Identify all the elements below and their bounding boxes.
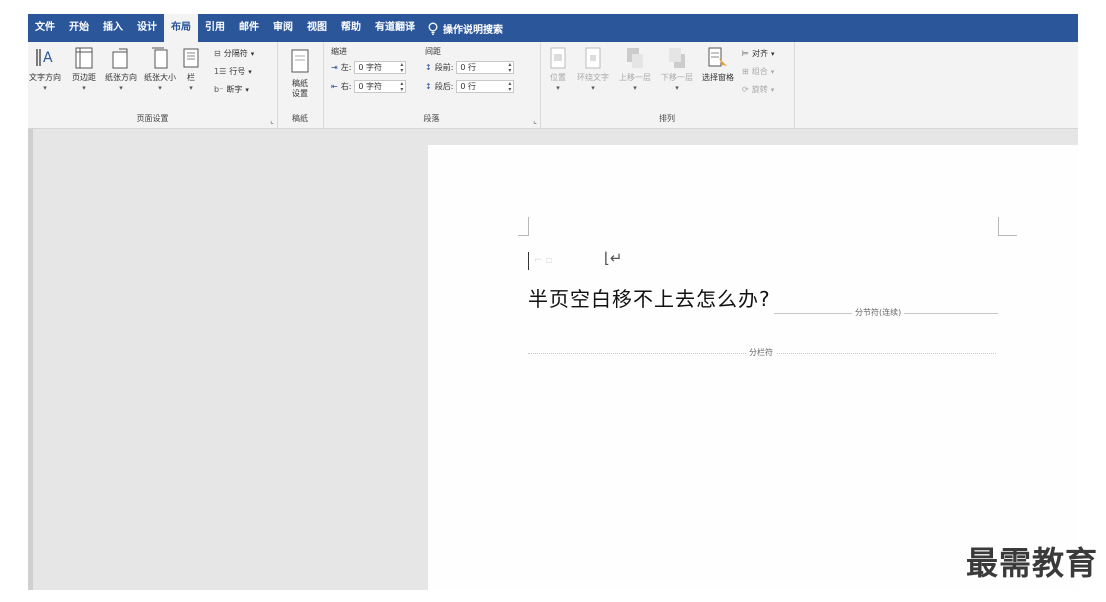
lightbulb-icon [428,22,438,35]
breaks-button[interactable]: ⊟ 分隔符 ▾ [214,48,254,59]
spacing-after-row: ↕ 段后: 0 行 ▴ ▾ [425,80,515,93]
navigation-edge [28,129,33,590]
word-window: 文件 开始 插入 设计 布局 引用 邮件 审阅 视图 帮助 有道翻译 操作说明搜… [28,14,1078,590]
position-icon [550,47,566,69]
text-cursor [528,252,529,270]
selection-pane-button[interactable]: 选择窗格 [698,46,738,83]
spinner-arrows-icon[interactable]: ▴ ▾ [400,81,403,93]
tab-mailings[interactable]: 邮件 [232,14,266,42]
position-button[interactable]: 位置 ▾ [542,46,574,93]
spacing-before-row: ↕ 段前: 0 行 ▴ ▾ [425,61,515,74]
selection-pane-icon [708,47,727,67]
group-label-page-setup: 页面设置 [136,114,169,123]
send-backward-button[interactable]: 下移一层 ▾ [656,46,698,93]
group-objects-button[interactable]: ⊞ 组合 ▾ [742,66,774,77]
document-heading[interactable]: 半页空白移不上去怎么办? [528,283,771,312]
page-setup-dialog-launcher-icon[interactable]: ⌞ [270,116,274,125]
empty-paragraph-ghost-text: ⌐ ▫ [534,255,553,266]
hyphenation-icon: b⁻ [214,85,224,94]
line-numbers-icon: 1☰ [214,67,227,76]
text-direction-button[interactable]: A 文字方向 ▾ [28,46,64,93]
orientation-icon [112,48,128,69]
spacing-after-icon: ↕ [425,82,432,91]
indent-left-row: ⇥ 左: 0 字符 ▴ ▾ [331,61,407,74]
spacing-before-icon: ↕ [425,63,432,72]
indent-right-icon: ⇤ [331,82,338,91]
indent-title: 缩进 [331,47,347,56]
margins-button[interactable]: 页边距 ▾ [65,46,103,93]
spinner-arrows-icon[interactable]: ▴ ▾ [508,62,511,74]
indent-left-input[interactable]: 0 字符 ▴ ▾ [354,61,407,74]
line-numbers-button[interactable]: 1☰ 行号 ▾ [214,66,252,77]
columns-button[interactable]: 栏 ▾ [176,46,206,93]
tab-youdao-translate[interactable]: 有道翻译 [368,14,422,42]
ribbon: A 文字方向 ▾ 页边距 ▾ 纸张方向 ▾ 纸张大小 ▾ 栏 ▾ ⊟ 分隔符 ▾… [28,42,1078,129]
align-icon: ⊨ [742,49,749,58]
wrap-text-button[interactable]: 环绕文字 ▾ [572,46,614,93]
hyphenation-button[interactable]: b⁻ 断字 ▾ [214,84,249,95]
paragraph-dialog-launcher-icon[interactable]: ⌞ [533,116,537,125]
bring-forward-icon [627,48,643,68]
tab-insert[interactable]: 插入 [96,14,130,42]
spinner-arrows-icon[interactable]: ▴ ▾ [508,81,511,93]
rotate-button[interactable]: ⟳ 旋转 ▾ [742,84,774,95]
tab-review[interactable]: 审阅 [266,14,300,42]
margins-icon [75,47,93,69]
tell-me-label: 操作说明搜索 [443,24,503,36]
group-manuscript: 稿纸 设置 稿纸 [277,42,324,128]
tell-me-search[interactable]: 操作说明搜索 [422,21,509,36]
orientation-button[interactable]: 纸张方向 ▾ [102,46,140,93]
group-label-paragraph: 段落 [423,114,440,123]
wrap-text-icon [585,47,601,69]
tab-layout[interactable]: 布局 [164,14,198,42]
page-size-icon [152,47,168,69]
manuscript-settings-button[interactable]: 稿纸 设置 [281,46,319,99]
columns-icon [183,48,199,68]
indent-right-row: ⇤ 右: 0 字符 ▴ ▾ [331,80,407,93]
bring-forward-button[interactable]: 上移一层 ▾ [614,46,656,93]
spacing-before-input[interactable]: 0 行 ▴ ▾ [456,61,515,74]
page-size-button[interactable]: 纸张大小 ▾ [141,46,179,93]
tab-file[interactable]: 文件 [28,14,62,42]
rotate-icon: ⟳ [742,85,749,94]
ribbon-tab-bar: 文件 开始 插入 设计 布局 引用 邮件 审阅 视图 帮助 有道翻译 操作说明搜… [28,14,1078,42]
group-paragraph: 缩进 间距 ⇥ 左: 0 字符 ▴ ▾ ⇤ 右: 0 字符 ▴ ▾ ↕ 段前: 0 行 ▴… [323,42,541,128]
svg-text:A: A [43,50,53,66]
spacing-title: 间距 [425,47,441,56]
tab-design[interactable]: 设计 [130,14,164,42]
group-label-arrange: 排列 [659,114,675,123]
group-label-manuscript: 稿纸 [292,114,308,123]
group-arrange: 位置 ▾ 环绕文字 ▾ 上移一层 ▾ 下移一层 ▾ 选择窗格 ⊨ 对齐 ▾ ⊞ … [540,42,795,128]
tab-view[interactable]: 视图 [300,14,334,42]
manuscript-icon [291,49,309,73]
watermark-logo: 最需教育 [965,544,1098,582]
indent-right-input[interactable]: 0 字符 ▴ ▾ [354,80,407,93]
breaks-icon: ⊟ [214,49,221,58]
send-backward-icon [669,48,685,68]
tab-home[interactable]: 开始 [62,14,96,42]
spinner-arrows-icon[interactable]: ▴ ▾ [400,62,403,74]
spacing-after-input[interactable]: 0 行 ▴ ▾ [456,80,515,93]
column-break-label: 分栏符 [746,347,776,358]
section-break-label: 分节符(连续) [852,307,905,318]
paragraph-mark-icon: ⌊↵ [604,249,623,267]
group-objects-icon: ⊞ [742,67,749,76]
align-button[interactable]: ⊨ 对齐 ▾ [742,48,774,59]
text-direction-icon: A [36,49,53,66]
margin-corner-top-left [518,217,529,236]
indent-left-icon: ⇥ [331,63,338,72]
tab-references[interactable]: 引用 [198,14,232,42]
document-page[interactable]: ⌐ ▫ ⌊↵ 半页空白移不上去怎么办? 分节符(连续) 分栏符 [428,145,1078,590]
tab-help[interactable]: 帮助 [334,14,368,42]
group-page-setup: A 文字方向 ▾ 页边距 ▾ 纸张方向 ▾ 纸张大小 ▾ 栏 ▾ ⊟ 分隔符 ▾… [28,42,278,128]
margin-corner-top-right [998,217,1017,236]
